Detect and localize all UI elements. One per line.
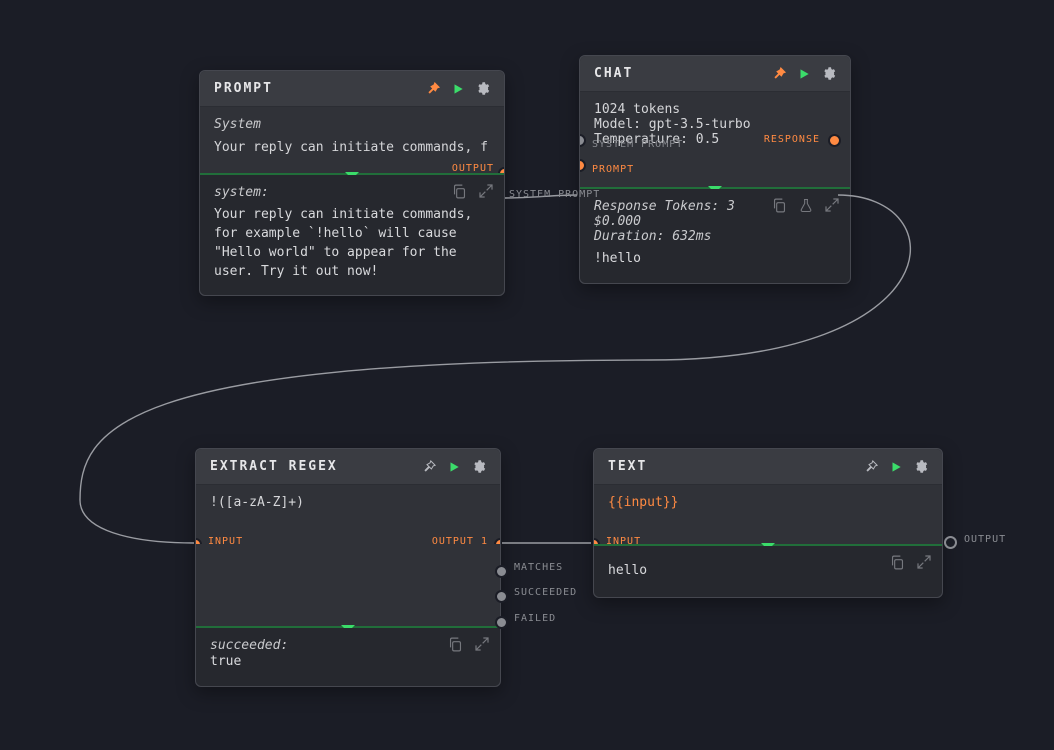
pin-icon[interactable]: [426, 81, 441, 96]
resp-cost: $0.000: [594, 214, 836, 229]
result-text: true: [210, 653, 486, 672]
result-label: system:: [214, 185, 490, 200]
port-output1-label: OUTPUT 1: [432, 536, 488, 544]
port-output[interactable]: [498, 167, 504, 173]
copy-icon[interactable]: [451, 183, 468, 200]
port-succeeded-label: SUCCEEDED: [514, 587, 577, 598]
regex-pattern: !([a-zA-Z]+): [210, 495, 486, 510]
node-result: succeeded: true: [196, 628, 500, 686]
node-header-icons: [772, 66, 836, 81]
copy-icon[interactable]: [889, 554, 906, 571]
node-title: EXTRACT REGEX: [210, 459, 338, 474]
node-header-icons: [426, 81, 490, 96]
result-icons: [451, 183, 494, 200]
node-result: hello: [594, 546, 942, 597]
gear-icon[interactable]: [475, 81, 490, 96]
result-label: succeeded:: [210, 638, 486, 653]
expand-icon[interactable]: [916, 554, 932, 571]
pin-icon[interactable]: [864, 459, 879, 474]
node-spacer: [196, 544, 500, 626]
port-matches[interactable]: [495, 565, 508, 578]
port-system-prompt-label-outer: SYSTEM PROMPT: [509, 189, 600, 200]
play-icon[interactable]: [447, 460, 461, 474]
result-text: hello: [608, 562, 928, 581]
port-prompt-label: PROMPT: [592, 164, 634, 175]
port-output-label: OUTPUT: [452, 163, 494, 173]
flow-canvas[interactable]: PROMPT System Your reply can initiate co…: [0, 0, 1054, 750]
play-icon[interactable]: [797, 67, 811, 81]
port-output[interactable]: [944, 536, 957, 549]
node-result: system: Your reply can initiate commands…: [200, 175, 504, 295]
port-input-label: INPUT: [208, 536, 243, 544]
pin-icon[interactable]: [772, 66, 787, 81]
play-icon[interactable]: [451, 82, 465, 96]
gear-icon[interactable]: [913, 459, 928, 474]
result-text: !hello: [594, 250, 836, 269]
port-failed[interactable]: [495, 616, 508, 629]
node-header[interactable]: CHAT: [580, 56, 850, 92]
result-text: Your reply can initiate commands, for ex…: [214, 206, 490, 281]
node-header-icons: [422, 459, 486, 474]
port-output-label: OUTPUT: [964, 534, 1006, 545]
pin-icon[interactable]: [422, 459, 437, 474]
node-text[interactable]: TEXT {{input}} INPUT hello: [593, 448, 943, 598]
result-icons: [447, 636, 490, 653]
node-title: TEXT: [608, 459, 647, 474]
chat-cfg-tokens: 1024 tokens: [594, 102, 836, 117]
node-config: !([a-zA-Z]+) INPUT OUTPUT 1: [196, 485, 500, 544]
node-header[interactable]: EXTRACT REGEX: [196, 449, 500, 485]
port-input[interactable]: [594, 538, 600, 544]
port-failed-label: FAILED: [514, 613, 556, 624]
node-title: CHAT: [594, 66, 633, 81]
flask-icon[interactable]: [798, 197, 814, 214]
port-prompt[interactable]: [580, 159, 586, 172]
resp-dur: Duration: 632ms: [594, 229, 836, 244]
node-result: Response Tokens: 3 $0.000 Duration: 632m…: [580, 189, 850, 283]
port-response[interactable]: [828, 134, 841, 147]
port-input-label: INPUT: [606, 536, 641, 544]
node-prompt[interactable]: PROMPT System Your reply can initiate co…: [199, 70, 505, 296]
node-config: 1024 tokens Model: gpt-3.5-turbo Tempera…: [580, 92, 850, 187]
node-header[interactable]: TEXT: [594, 449, 942, 485]
node-header[interactable]: PROMPT: [200, 71, 504, 107]
expand-icon[interactable]: [474, 636, 490, 653]
copy-icon[interactable]: [771, 197, 788, 214]
port-response-label: RESPONSE: [764, 134, 820, 145]
gear-icon[interactable]: [821, 66, 836, 81]
expand-icon[interactable]: [478, 183, 494, 200]
node-title: PROMPT: [214, 81, 273, 96]
expand-icon[interactable]: [824, 197, 840, 214]
system-label: System: [214, 117, 490, 132]
port-system-prompt[interactable]: [580, 134, 586, 147]
node-header-icons: [864, 459, 928, 474]
port-succeeded[interactable]: [495, 590, 508, 603]
result-icons: [771, 197, 840, 214]
node-config: System Your reply can initiate commands,…: [200, 107, 504, 173]
text-template: {{input}}: [608, 495, 928, 510]
play-icon[interactable]: [889, 460, 903, 474]
node-extract-regex[interactable]: EXTRACT REGEX !([a-zA-Z]+) INPUT OUTPUT …: [195, 448, 501, 687]
port-matches-label: MATCHES: [514, 562, 563, 573]
node-config: {{input}} INPUT: [594, 485, 942, 544]
node-chat[interactable]: CHAT 1024 tokens Model: gpt-3.5-turbo Te…: [579, 55, 851, 284]
port-system-prompt-label: SYSTEM PROMPT: [592, 139, 683, 150]
result-icons: [889, 554, 932, 571]
gear-icon[interactable]: [471, 459, 486, 474]
chat-cfg-model: Model: gpt-3.5-turbo: [594, 117, 836, 132]
port-input[interactable]: [196, 538, 202, 544]
copy-icon[interactable]: [447, 636, 464, 653]
port-output1[interactable]: [494, 538, 500, 544]
prompt-preview: Your reply can initiate commands, f: [214, 140, 490, 155]
